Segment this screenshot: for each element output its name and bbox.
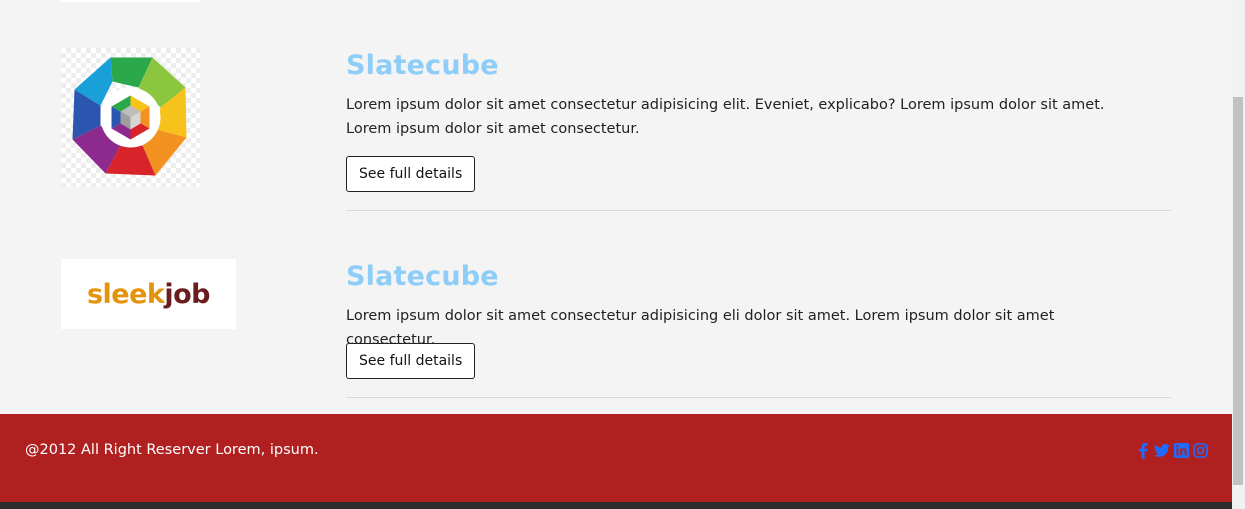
slatecube-logo-icon bbox=[61, 48, 200, 187]
logo-text-job: job bbox=[164, 278, 211, 310]
social-links bbox=[1135, 441, 1208, 459]
twitter-icon[interactable] bbox=[1154, 441, 1170, 459]
see-full-details-button[interactable]: See full details bbox=[346, 343, 476, 379]
scrollbar-thumb[interactable] bbox=[1233, 97, 1243, 485]
card-divider bbox=[346, 210, 1171, 211]
company-description: Lorem ipsum dolor sit amet consectetur a… bbox=[346, 97, 1105, 137]
footer: @2012 All Right Reserver Lorem, ipsum. bbox=[0, 414, 1232, 502]
facebook-icon[interactable] bbox=[1135, 441, 1151, 459]
taskbar-strip bbox=[0, 502, 1232, 509]
company-title: Slatecube bbox=[346, 261, 499, 292]
previous-card-logo-edge bbox=[61, 0, 200, 2]
card-divider bbox=[346, 397, 1171, 398]
footer-copyright: @2012 All Right Reserver Lorem, ipsum. bbox=[25, 442, 319, 458]
linkedin-icon[interactable] bbox=[1173, 441, 1189, 459]
instagram-icon[interactable] bbox=[1192, 441, 1208, 459]
vertical-scrollbar[interactable] bbox=[1232, 0, 1245, 509]
see-full-details-button[interactable]: See full details bbox=[346, 156, 476, 192]
page: Slatecube Lorem ipsum dolor sit amet con… bbox=[0, 0, 1245, 509]
logo-text-sleek: sleek bbox=[86, 278, 165, 310]
company-title: Slatecube bbox=[346, 50, 499, 81]
sleekjob-logo: sleek job bbox=[61, 259, 236, 329]
